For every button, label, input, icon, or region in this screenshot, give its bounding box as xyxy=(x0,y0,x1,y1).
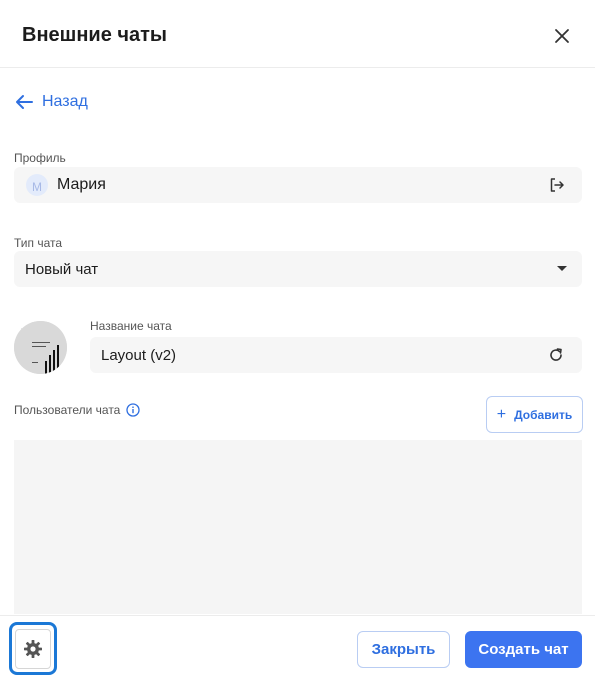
arrow-left-icon xyxy=(16,95,33,109)
chat-name-label: Название чата xyxy=(90,319,172,333)
external-chats-dialog: Внешние чаты Назад Профиль М Мария Тип ч… xyxy=(0,0,595,691)
settings-button-inner xyxy=(15,628,51,669)
info-icon[interactable] xyxy=(126,403,141,417)
close-dialog-button[interactable] xyxy=(548,22,576,50)
add-user-button[interactable]: + Добавить xyxy=(486,396,583,433)
dialog-header: Внешние чаты xyxy=(0,0,595,68)
create-chat-button[interactable]: Создать чат xyxy=(465,631,582,668)
users-label: Пользователи чата xyxy=(14,403,121,417)
close-button[interactable]: Закрыть xyxy=(357,631,450,668)
gear-icon xyxy=(24,639,42,658)
settings-button[interactable] xyxy=(9,622,57,675)
users-label-row: Пользователи чата xyxy=(14,403,141,417)
back-link[interactable]: Назад xyxy=(14,90,88,114)
back-link-label: Назад xyxy=(42,93,88,110)
dialog-title: Внешние чаты xyxy=(22,24,167,46)
add-user-label: Добавить xyxy=(514,407,573,422)
logout-icon[interactable] xyxy=(548,176,566,194)
chat-image-thumbnail xyxy=(14,321,67,374)
chevron-down-icon xyxy=(557,266,567,271)
profile-label: Профиль xyxy=(14,151,66,165)
avatar: М xyxy=(26,174,48,196)
users-list xyxy=(14,440,582,614)
plus-icon: + xyxy=(496,405,507,423)
chat-type-value: Новый чат xyxy=(25,260,99,278)
chat-name-value: Layout (v2) xyxy=(101,346,177,364)
profile-field: М Мария xyxy=(14,167,582,203)
chat-type-label: Тип чата xyxy=(14,236,63,250)
refresh-icon[interactable] xyxy=(548,347,564,363)
chat-name-input[interactable]: Layout (v2) xyxy=(90,337,582,373)
chat-type-select[interactable]: Новый чат xyxy=(14,251,582,287)
profile-name: Мария xyxy=(57,176,106,193)
close-icon xyxy=(555,29,569,43)
chat-image[interactable] xyxy=(14,321,67,374)
